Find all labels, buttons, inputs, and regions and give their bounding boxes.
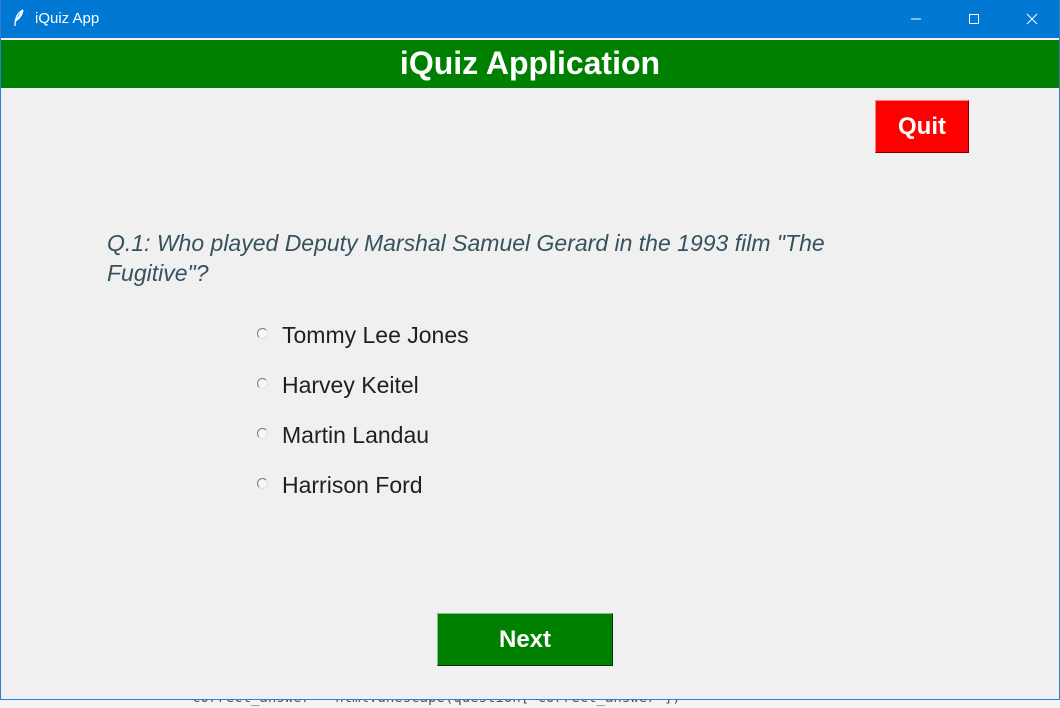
option-label: Harrison Ford [282,471,423,498]
minimize-button[interactable] [887,0,945,38]
option-label: Martin Landau [282,421,430,448]
app-header-title: iQuiz Application [399,45,661,81]
option-harrison-ford[interactable]: Harrison Ford [257,471,423,499]
option-martin-landau[interactable]: Martin Landau [257,421,429,449]
next-button[interactable]: Next [437,613,613,666]
close-button[interactable] [1003,0,1059,38]
window-title: iQuiz App [35,10,100,27]
app-header: iQuiz Application [1,40,1059,88]
option-harvey-keitel[interactable]: Harvey Keitel [257,371,419,399]
option-tommy-lee-jones[interactable]: Tommy Lee Jones [257,321,469,349]
radio-button[interactable] [257,327,268,339]
option-label: Tommy Lee Jones [282,321,469,348]
maximize-icon [969,14,979,24]
question-text: Q.1: Who played Deputy Marshal Samuel Ge… [107,230,825,286]
radio-button[interactable] [257,427,268,439]
radio-button[interactable] [257,377,268,389]
maximize-button[interactable] [945,0,1003,38]
minimize-icon [911,18,921,20]
feather-icon [14,9,24,27]
radio-button[interactable] [257,477,268,489]
close-icon [1026,13,1038,25]
option-label: Harvey Keitel [282,371,419,398]
app-window: iQuiz App iQuiz Application Quit Q.1: Wh… [0,0,1060,700]
quit-button[interactable]: Quit [875,100,969,153]
title-bar[interactable]: iQuiz App [1,0,1059,38]
